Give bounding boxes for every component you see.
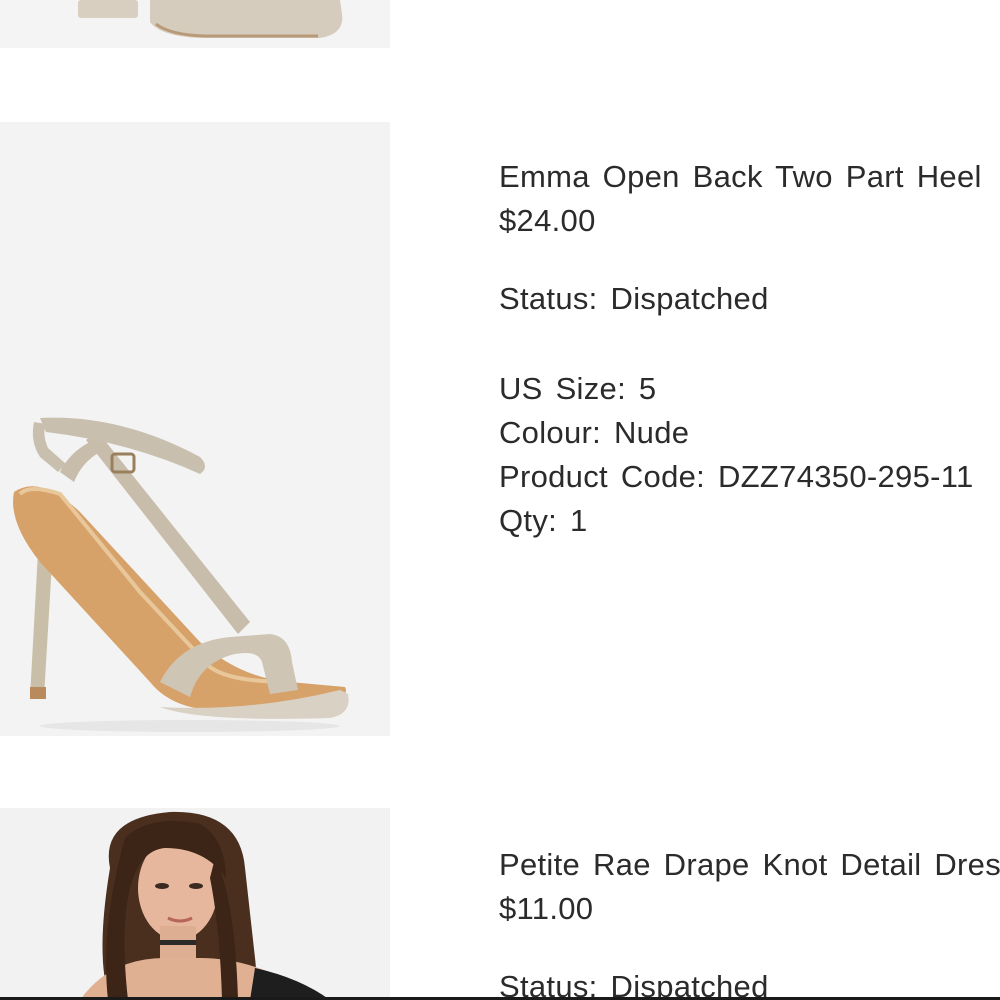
product-code-label: Product Code: [499,459,706,494]
size-label: US Size: [499,371,626,406]
product-image-previous[interactable] [0,0,390,48]
product-price: $11.00 [499,891,594,926]
product-code-row: Product Code: DZZ74350-295-11 [499,455,1000,499]
size-value: 5 [638,371,657,406]
status-label: Status: [499,969,598,1000]
colour-row: Colour: Nude [499,411,1000,455]
product-title[interactable]: Petite Rae Drape Knot Detail Dress [499,843,1000,887]
status-value: Dispatched [610,969,769,1000]
status-value: Dispatched [610,281,769,316]
sandal-image [0,122,390,736]
model-image [0,808,390,1000]
status-row: Status: Dispatched [499,965,1000,1000]
status-label: Status: [499,281,598,316]
qty-value: 1 [569,503,588,538]
product-image-sandal[interactable] [0,122,390,736]
shoe-image-partial [0,0,390,48]
product-code-value: DZZ74350-295-11 [718,459,974,494]
qty-row: Qty: 1 [499,499,1000,543]
product-image-dress[interactable] [0,808,390,1000]
order-item-details: Emma Open Back Two Part Heel $24.00 Stat… [499,155,1000,543]
size-row: US Size: 5 [499,367,1000,411]
qty-label: Qty: [499,503,558,538]
status-row: Status: Dispatched [499,277,1000,321]
order-items-page: Emma Open Back Two Part Heel $24.00 Stat… [0,0,1000,1000]
colour-value: Nude [613,415,690,450]
product-title[interactable]: Emma Open Back Two Part Heel [499,155,1000,199]
order-item-details: Petite Rae Drape Knot Detail Dress $11.0… [499,843,1000,1000]
colour-label: Colour: [499,415,602,450]
product-price: $24.00 [499,203,596,238]
